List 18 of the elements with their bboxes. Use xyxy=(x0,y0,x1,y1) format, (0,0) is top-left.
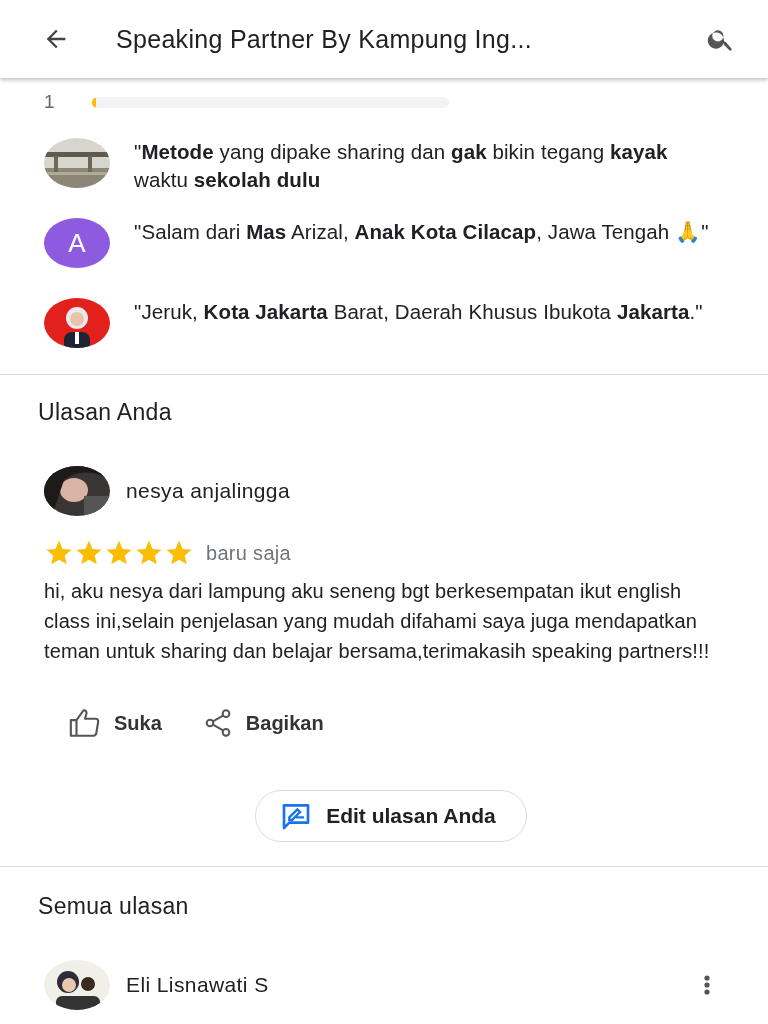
highlight-quote: "Metode yang dipake sharing dan gak bikin tegang kayak waktu sekolah dulu xyxy=(134,139,669,193)
more-vertical-icon xyxy=(704,975,710,995)
section-heading: Ulasan Anda xyxy=(38,399,173,426)
more-options-button[interactable] xyxy=(704,975,710,995)
review-time: baru saja xyxy=(206,541,291,565)
highlight-quote: "Jeruk, Kota Jakarta Barat, Daerah Khusus Ibukota Jakarta." xyxy=(134,299,704,325)
highlight-quote: "Salam dari Mas Arizal, Anak Kota Cilacap, Jawa Tengah 🙏" xyxy=(134,219,710,245)
thumbs-up-icon xyxy=(68,706,102,740)
author-name: Eli Lisnawati S xyxy=(126,973,270,997)
edit-review-button[interactable]: Edit ulasan Anda xyxy=(255,790,527,842)
section-heading: Semua ulasan xyxy=(38,893,190,920)
app-bar-title: Speaking Partner By Kampung Ing... xyxy=(116,24,533,54)
avatar-letter: A xyxy=(44,218,110,268)
review-text: hi, aku nesya dari lampung aku seneng bgt berkesempatan ikut english class ini,selain penjelasan yang mudah difahami saya juga mendapatkan teman untuk sharing dan belajar bersama,terimakasih speaking partners!!! xyxy=(44,579,711,664)
like-button[interactable]: Suka xyxy=(66,704,164,742)
author-name: nesya anjalingga xyxy=(126,479,291,503)
rating-label: 1 xyxy=(44,91,56,113)
share-button[interactable]: Bagikan xyxy=(199,704,326,742)
